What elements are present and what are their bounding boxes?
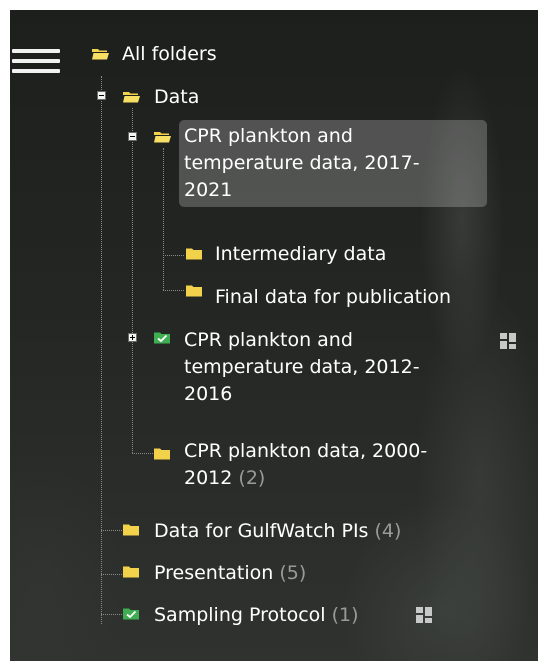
tree-node-final-data[interactable]: Final data for publication [215,284,451,311]
tree-node-intermediary-data[interactable]: Intermediary data [215,241,386,268]
tree-node-sampling-protocol[interactable]: Sampling Protocol (1) [154,602,359,629]
folder-icon [186,285,203,297]
folder-tree-panel: All folders Data CPR plankton and temper… [10,10,538,661]
tree-connector [101,614,122,615]
tree-connector [163,255,184,256]
grid-icon[interactable] [416,607,432,623]
tree-node-all-folders[interactable]: All folders [122,41,217,68]
folder-open-icon [154,131,171,143]
tree-node-gulfwatch[interactable]: Data for GulfWatch PIs (4) [154,518,401,545]
node-label-line: CPR plankton data, 2000- [184,440,428,462]
folder-icon [154,448,171,460]
node-label-line: 2021 [184,179,233,201]
item-count: (2) [238,467,266,489]
node-label: Sampling Protocol [154,604,326,626]
item-count: (4) [374,520,402,542]
node-label: All folders [122,43,217,65]
shared-folder-icon [123,608,140,620]
item-count: (1) [331,604,359,626]
node-label-line: 2012 [184,467,233,489]
tree-connector [101,76,102,624]
node-label: Data for GulfWatch PIs [154,520,369,542]
item-count: (5) [279,562,307,584]
node-label: Intermediary data [215,243,387,265]
node-label-line: temperature data, 2017- [184,152,420,174]
node-label: Presentation [154,562,274,584]
collapse-toggle-data[interactable] [97,91,106,100]
folder-open-icon [123,91,140,103]
tree-connector [101,574,122,575]
tree-node-cpr-2000-2012[interactable]: CPR plankton data, 2000- 2012 (2) [184,438,427,492]
collapse-toggle-cpr-2017[interactable] [128,132,137,141]
grid-icon[interactable] [500,333,516,349]
hamburger-menu-icon[interactable] [12,49,60,83]
tree-node-data[interactable]: Data [154,84,199,111]
tree-connector [163,148,164,290]
node-label-line: 2016 [184,383,233,405]
node-label: Data [154,86,200,108]
tree-connector [163,290,184,291]
tree-node-cpr-2012-2016[interactable]: CPR plankton and temperature data, 2012-… [184,327,420,408]
folder-icon [123,524,140,536]
tree-connector [132,453,153,454]
node-label-line: CPR plankton and [184,329,353,351]
folder-icon [186,248,203,260]
expand-toggle-cpr-2012[interactable] [128,333,137,342]
shared-folder-icon [154,332,171,344]
node-label: Final data for publication [215,286,452,308]
tree-node-presentation[interactable]: Presentation (5) [154,560,306,587]
tree-connector [132,108,133,453]
tree-node-cpr-2017-2021[interactable]: CPR plankton and temperature data, 2017-… [179,120,487,207]
node-label-line: temperature data, 2012- [184,356,420,378]
node-label-line: CPR plankton and [184,125,353,147]
folder-open-icon [92,48,109,60]
folder-icon [123,566,140,578]
tree-connector [101,530,122,531]
